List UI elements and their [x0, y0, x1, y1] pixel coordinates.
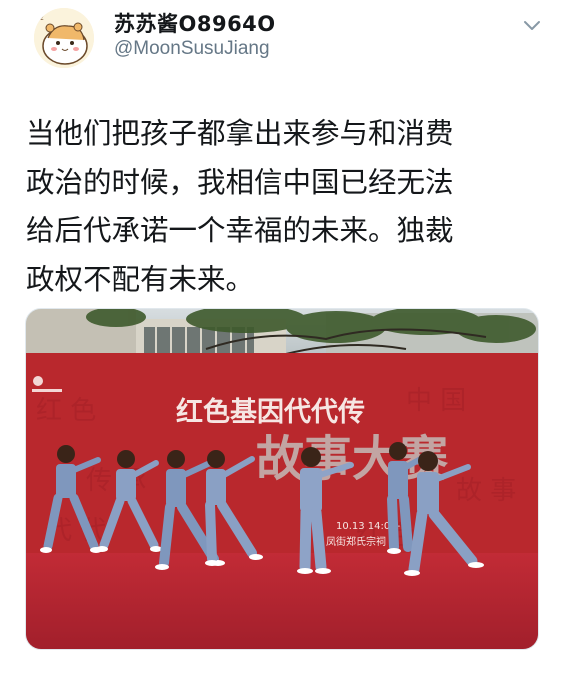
handle[interactable]: @MoonSusuJiang	[114, 38, 270, 60]
avatar[interactable]: ε	[34, 8, 94, 68]
banner-venue: 凤街郑氏宗祠	[326, 535, 386, 548]
stage-photo: 红 色传 承 中 国故 事 代 代红 色 红色基因代代传 故事大赛 10.13 …	[26, 309, 538, 649]
svg-text:ε: ε	[40, 14, 44, 22]
svg-text:红 色: 红 色	[36, 396, 96, 426]
svg-text:中 国: 中 国	[406, 386, 466, 416]
tweet-photo[interactable]: 红 色传 承 中 国故 事 代 代红 色 红色基因代代传 故事大赛 10.13 …	[25, 308, 539, 650]
tweet-header: ε 苏苏酱O8964O @MoonSusuJiang	[0, 0, 563, 88]
chevron-down-icon[interactable]	[520, 16, 544, 36]
tweet-text-line: 政权不配有未来。	[26, 262, 255, 296]
tweet-text-line: 给后代承诺一个幸福的未来。独裁	[26, 214, 454, 247]
display-name[interactable]: 苏苏酱O8964O	[114, 8, 276, 38]
svg-text:故 事: 故 事	[456, 476, 516, 506]
hamster-avatar-icon: ε	[34, 8, 94, 68]
tweet-text-line: 政治的时候，我相信中国已经无法	[26, 165, 454, 199]
tweet-text: 当他们把孩子都拿出来参与和消费 政治的时候，我相信中国已经无法 给后代承诺一个幸…	[26, 110, 546, 304]
banner-line1: 红色基因代代传	[176, 396, 365, 428]
tweet-text-line: 当他们把孩子都拿出来参与和消费	[26, 117, 454, 150]
